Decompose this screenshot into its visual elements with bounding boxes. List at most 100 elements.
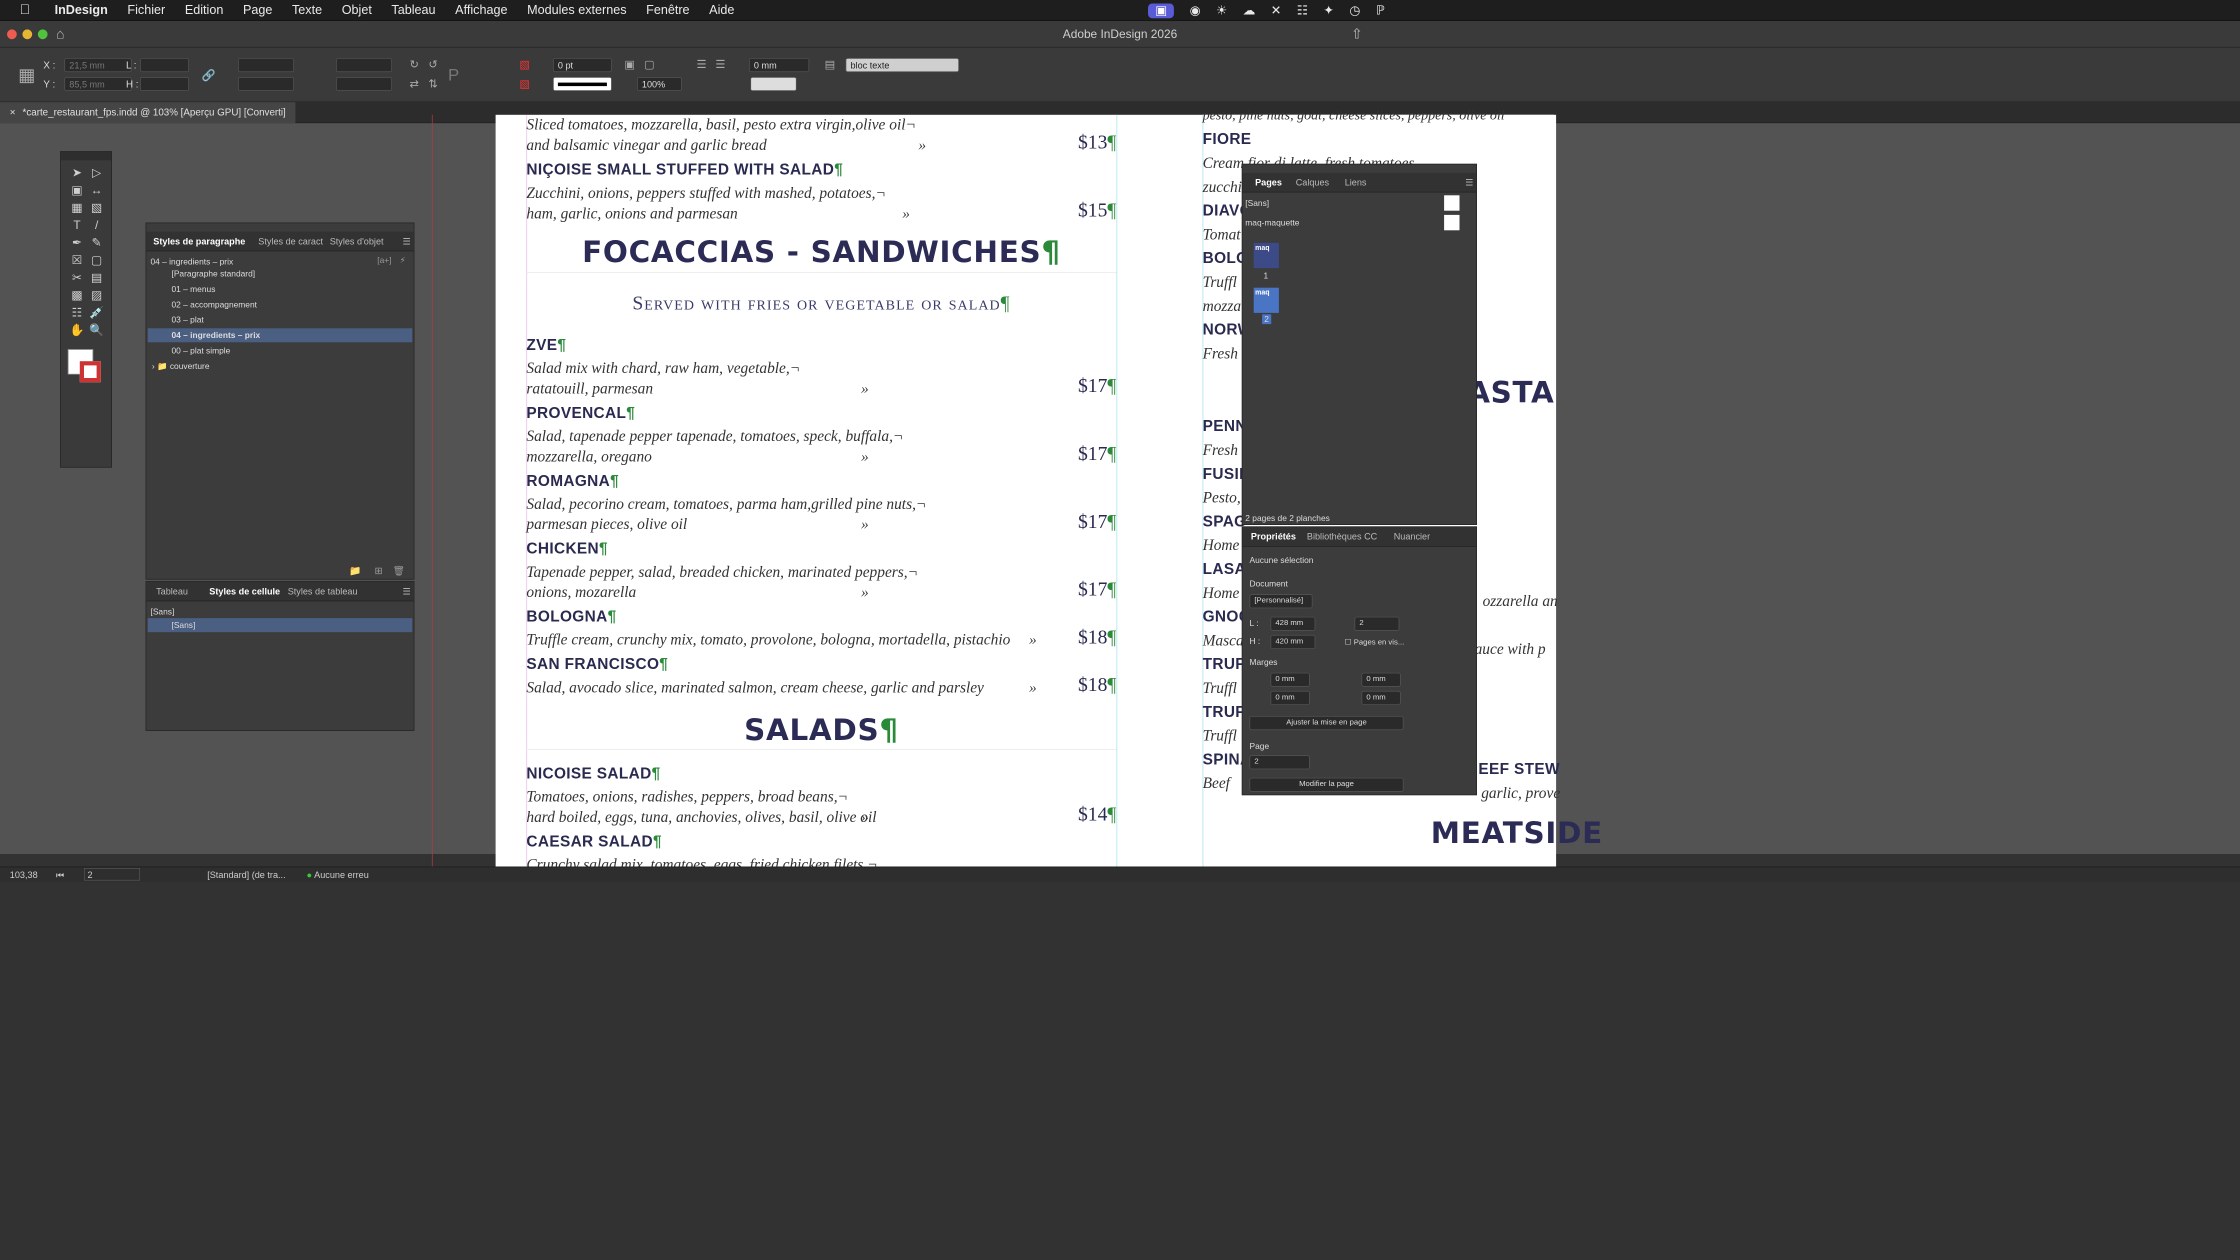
constrain-proportions-icon[interactable]: 🔗 (202, 69, 216, 83)
apple-icon[interactable]:  (20, 2, 38, 18)
scale-y-field[interactable] (238, 77, 294, 91)
x-field[interactable]: 21,5 mm (64, 58, 132, 73)
sync-icon[interactable]: ☷ (1297, 3, 1308, 18)
tab-properties[interactable]: Propriétés (1251, 531, 1296, 542)
object-style-select[interactable]: bloc texte (845, 58, 959, 73)
panel-menu-icon[interactable]: ☰ (403, 236, 411, 247)
tab-paragraph-styles[interactable]: Styles de paragraphe (153, 236, 245, 247)
direct-selection-tool-icon[interactable]: ▷ (88, 166, 106, 180)
menu-texte[interactable]: Texte (292, 3, 322, 18)
margin-left-field[interactable]: 0 mm (1361, 672, 1401, 687)
align-center-icon[interactable]: ☰ (715, 57, 725, 71)
stroke-swatch-icon[interactable]: ▧ (519, 77, 530, 91)
h-field[interactable] (140, 77, 189, 91)
menu-tableau[interactable]: Tableau (391, 3, 435, 18)
master-thumbnail[interactable] (1444, 195, 1460, 211)
free-transform-tool-icon[interactable]: ▤ (88, 271, 106, 285)
reference-point-icon[interactable]: ▦ (18, 64, 35, 86)
tab-layers[interactable]: Calques (1296, 177, 1329, 188)
new-style-icon[interactable]: ⊞ (375, 565, 383, 577)
shear-field[interactable] (336, 77, 392, 91)
facing-pages-checkbox[interactable]: ☐ Pages en vis... (1345, 638, 1405, 646)
master-maquette[interactable]: maq-maquette (1245, 218, 1299, 228)
rotation-field[interactable] (336, 58, 392, 73)
panel-menu-icon[interactable]: ☰ (1465, 177, 1473, 188)
stroke-weight-field[interactable]: 0 pt (553, 58, 612, 73)
fill-stroke-swatch[interactable] (67, 349, 101, 383)
rectangle-frame-tool-icon[interactable]: ☒ (68, 253, 86, 267)
fill-swatch-icon[interactable]: ▧ (519, 57, 530, 71)
screen-share-icon[interactable]: ▣ (1148, 3, 1175, 18)
paragraph-style-item[interactable]: 04 – ingredients – prix (147, 328, 413, 343)
master-thumbnail[interactable] (1444, 214, 1460, 231)
master-none[interactable]: [Sans] (1245, 198, 1269, 208)
style-group-folder[interactable]: › 📁 couverture (148, 359, 413, 373)
pencil-tool-icon[interactable]: ✎ (88, 236, 106, 250)
hand-tool-icon[interactable]: ✋ (68, 323, 86, 337)
page-tool-icon[interactable]: ▣ (68, 183, 86, 197)
page-field[interactable]: 2 (84, 868, 140, 881)
page-thumbnail-1[interactable]: maq (1253, 242, 1279, 269)
scale-x-field[interactable] (238, 58, 294, 73)
page-thumbnail-2[interactable]: maq (1253, 287, 1279, 313)
tab-table[interactable]: Tableau (156, 586, 188, 597)
new-style-from-selection-icon[interactable]: [a+] (377, 256, 391, 266)
new-group-icon[interactable]: 📁 (349, 565, 361, 577)
height-field[interactable]: 420 mm (1270, 634, 1316, 649)
tab-table-styles[interactable]: Styles de tableau (288, 586, 358, 597)
clock-icon[interactable]: ◷ (1349, 3, 1360, 18)
stroke-type-select[interactable] (553, 77, 612, 91)
share-icon[interactable]: ⇧ (1351, 25, 1363, 43)
pages-field[interactable]: 2 (1354, 616, 1400, 631)
stroke-color-field[interactable] (750, 77, 797, 91)
close-tab-icon[interactable]: × (10, 106, 16, 117)
preflight-status[interactable]: ● Aucune erreu (307, 869, 369, 880)
menu-edition[interactable]: Edition (185, 3, 224, 18)
paragraph-style-item[interactable]: 03 – plat (148, 313, 413, 327)
margin-bottom-field[interactable]: 0 mm (1270, 690, 1310, 705)
menu-aide[interactable]: Aide (709, 3, 734, 18)
align-left-icon[interactable]: ☰ (697, 57, 707, 71)
eyedropper-tool-icon[interactable]: 💉 (88, 306, 106, 320)
w-field[interactable] (140, 58, 189, 73)
tab-object-styles[interactable]: Styles d'objet (330, 236, 384, 247)
margin-top-field[interactable]: 0 mm (1270, 672, 1310, 687)
page-select[interactable]: 2 (1249, 755, 1310, 770)
mute-icon[interactable]: ✕ (1271, 3, 1282, 18)
tab-cell-styles[interactable]: Styles de cellule (209, 586, 280, 597)
rectangle-tool-icon[interactable]: ▢ (88, 253, 106, 267)
panel-menu-icon[interactable]: ☰ (403, 586, 411, 597)
creative-cloud-icon[interactable]: ☁ (1243, 3, 1256, 18)
frame-fitting-icon[interactable]: ▣ (624, 57, 635, 71)
paragraph-style-item[interactable]: 02 – accompagnement (148, 298, 413, 312)
menu-modules[interactable]: Modules externes (527, 3, 626, 18)
cell-style-item[interactable]: [Sans] (147, 618, 413, 633)
bluetooth-icon[interactable]: ℙ (1376, 3, 1385, 18)
tab-character-styles[interactable]: Styles de caract (258, 236, 323, 247)
sparkle-icon[interactable]: ✦ (1323, 3, 1334, 18)
flip-h-icon[interactable]: ⇄ (410, 77, 419, 91)
width-field[interactable]: 428 mm (1270, 616, 1316, 631)
note-tool-icon[interactable]: ☷ (68, 306, 86, 320)
preset-select[interactable]: [Personnalisé] (1249, 594, 1313, 609)
rotate-cw-icon[interactable]: ↻ (410, 57, 419, 71)
fit-content-icon[interactable]: ▢ (644, 57, 655, 71)
paragraph-style-item[interactable]: 01 – menus (148, 282, 413, 296)
zoom-icon[interactable]: ◉ (1190, 3, 1201, 18)
menu-affichage[interactable]: Affichage (455, 3, 507, 18)
scissors-tool-icon[interactable]: ✂ (68, 271, 86, 285)
delete-style-icon[interactable]: 🗑 (393, 565, 405, 577)
margin-right-field[interactable]: 0 mm (1361, 690, 1401, 705)
tab-links[interactable]: Liens (1345, 177, 1367, 188)
opacity-field[interactable]: 100% (637, 77, 682, 91)
rotate-ccw-icon[interactable]: ↺ (428, 57, 437, 71)
content-placer-icon[interactable]: ▧ (88, 201, 106, 215)
brightness-icon[interactable]: ☀ (1216, 3, 1227, 18)
gradient-feather-icon[interactable]: ▨ (88, 288, 106, 302)
quick-apply-icon[interactable]: ⚡ (400, 256, 406, 266)
menu-fenetre[interactable]: Fenêtre (646, 3, 689, 18)
first-page-icon[interactable]: ⏮ (56, 869, 64, 880)
menu-fichier[interactable]: Fichier (127, 3, 165, 18)
preflight-profile[interactable]: [Standard] (de tra... (207, 869, 285, 880)
document-tab[interactable]: × *carte_restaurant_fps.indd @ 103% [Aper… (0, 102, 296, 124)
